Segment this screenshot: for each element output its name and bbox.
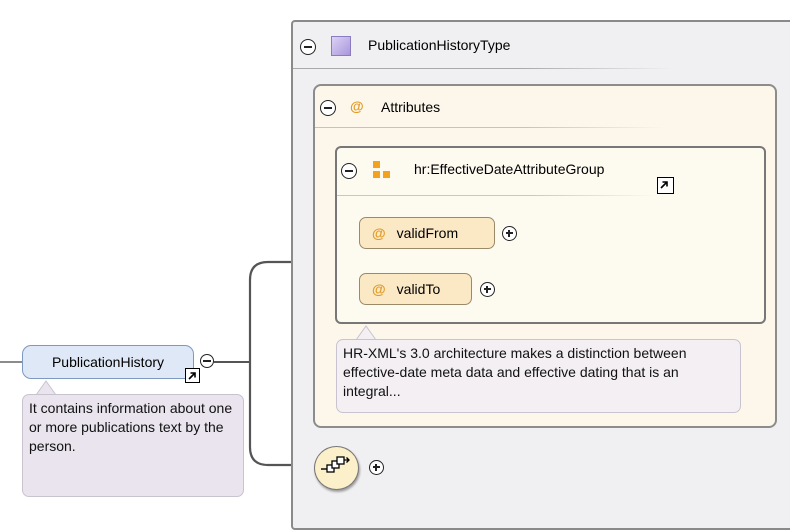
- collapse-attributes-button[interactable]: [320, 100, 336, 116]
- attribute-valid-from[interactable]: @ validFrom: [359, 217, 495, 249]
- collapse-element-button[interactable]: [200, 354, 214, 368]
- complex-type-icon: [331, 36, 351, 56]
- attributes-separator: [315, 127, 665, 128]
- collapse-type-button[interactable]: [300, 39, 316, 55]
- element-shortcut-icon[interactable]: [185, 368, 200, 383]
- attribute-at-icon: @: [372, 225, 386, 241]
- expand-valid-to-button[interactable]: [480, 282, 495, 297]
- attribute-label: validTo: [396, 281, 441, 297]
- type-separator: [293, 68, 673, 69]
- group-documentation: HR-XML's 3.0 architecture makes a distin…: [336, 339, 741, 413]
- at-sign-icon: @: [350, 98, 364, 114]
- type-label: PublicationHistoryType: [368, 37, 511, 53]
- sequence-compositor-icon: [321, 456, 350, 473]
- element-documentation: It contains information about one or mor…: [22, 394, 244, 497]
- attributes-label: Attributes: [381, 99, 441, 115]
- attribute-valid-to[interactable]: @ validTo: [359, 273, 472, 305]
- attribute-label: validFrom: [396, 225, 459, 241]
- group-separator: [337, 195, 657, 196]
- group-label: hr:EffectiveDateAttributeGroup: [414, 161, 605, 177]
- element-label: PublicationHistory: [51, 354, 165, 370]
- sequence-compositor[interactable]: [314, 446, 359, 490]
- attribute-at-icon: @: [372, 281, 386, 297]
- expand-sequence-button[interactable]: [369, 460, 384, 475]
- collapse-group-button[interactable]: [341, 163, 357, 179]
- group-shortcut-icon[interactable]: [657, 177, 674, 194]
- attribute-group-icon: [373, 161, 393, 179]
- publication-history-element[interactable]: PublicationHistory: [22, 345, 194, 379]
- expand-valid-from-button[interactable]: [502, 226, 517, 241]
